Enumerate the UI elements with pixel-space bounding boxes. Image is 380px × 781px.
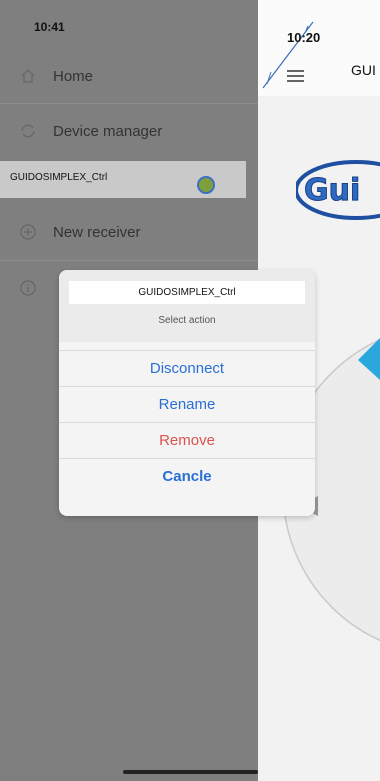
action-sheet: GUIDOSIMPLEX_Ctrl Select action Disconne… bbox=[59, 270, 315, 516]
menu-item-device-manager[interactable]: Device manager bbox=[0, 105, 258, 157]
drawer-status-time: 10:41 bbox=[34, 20, 65, 34]
action-sheet-header: GUIDOSIMPLEX_Ctrl Select action bbox=[59, 270, 315, 342]
connection-status-dot bbox=[199, 178, 213, 192]
remove-button[interactable]: Remove bbox=[59, 422, 315, 458]
device-name: GUIDOSIMPLEX_Ctrl bbox=[10, 172, 108, 183]
home-indicator[interactable] bbox=[123, 770, 258, 774]
refresh-icon bbox=[19, 122, 37, 140]
app-status-time: 10:20 bbox=[287, 30, 321, 45]
menu-item-new-receiver[interactable]: New receiver bbox=[0, 206, 258, 258]
menu-item-home[interactable]: Home bbox=[0, 50, 258, 102]
hamburger-menu-icon[interactable] bbox=[287, 70, 304, 82]
action-sheet-device-name: GUIDOSIMPLEX_Ctrl bbox=[69, 281, 305, 304]
menu-item-label: Home bbox=[53, 67, 94, 85]
plus-circle-icon bbox=[19, 223, 37, 241]
disconnect-button[interactable]: Disconnect bbox=[59, 350, 315, 386]
app-title: GUI bbox=[351, 62, 376, 78]
svg-text:Gui: Gui bbox=[304, 173, 360, 208]
annotation-arrow bbox=[262, 21, 314, 89]
menu-item-label: New receiver bbox=[53, 223, 141, 241]
divider bbox=[0, 103, 258, 104]
rename-button[interactable]: Rename bbox=[59, 386, 315, 422]
divider bbox=[0, 260, 258, 261]
info-icon bbox=[19, 279, 37, 297]
brand-logo: Gui bbox=[296, 160, 380, 220]
menu-item-label: Device manager bbox=[53, 122, 163, 140]
action-sheet-subtitle: Select action bbox=[158, 315, 216, 326]
cancel-button[interactable]: Cancle bbox=[59, 458, 315, 494]
home-icon bbox=[19, 67, 37, 85]
